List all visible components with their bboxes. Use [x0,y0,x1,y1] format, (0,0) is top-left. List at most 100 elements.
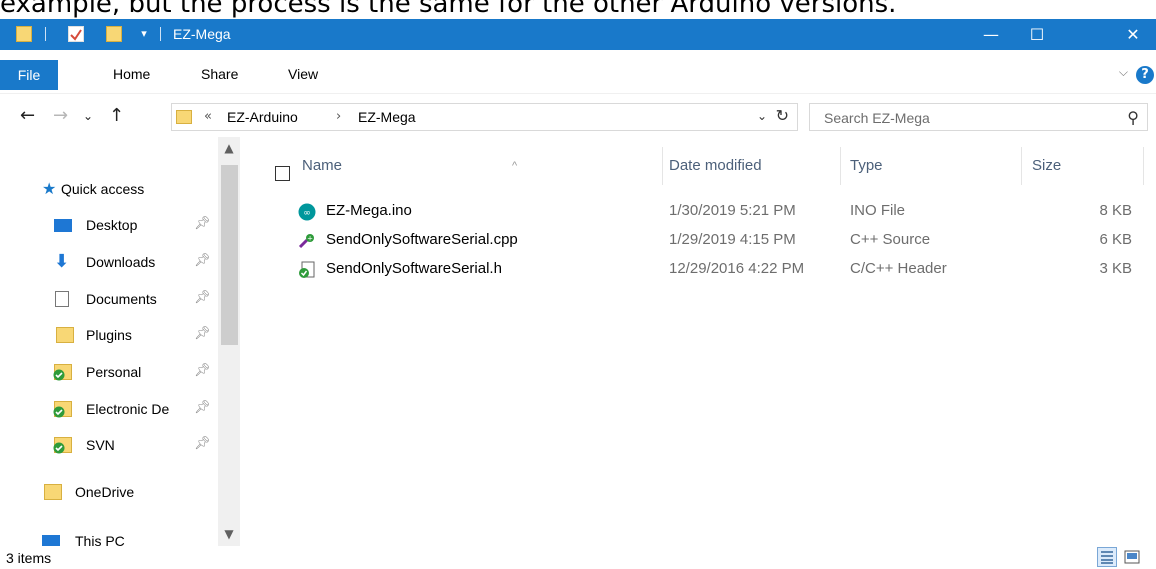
file-type: INO File [850,202,906,219]
file-name: EZ-Mega.ino [326,202,412,219]
column-divider[interactable] [1021,147,1022,185]
cpp-file-icon: + [298,232,316,250]
file-name: SendOnlySoftwareSerial.h [326,260,502,277]
scroll-up-arrow-icon[interactable]: ▲ [218,139,240,157]
large-icons-view-icon[interactable] [1122,547,1142,567]
sidebar-scrollbar[interactable]: ▲ ▼ [218,137,240,546]
window-titlebar: ▾ EZ-Mega — ☐ ✕ [0,19,1156,50]
svn-folder-icon [53,401,72,418]
forward-arrow-icon[interactable]: → [53,104,68,128]
scroll-down-arrow-icon[interactable]: ▼ [218,525,240,543]
tab-file[interactable]: File [0,60,58,90]
close-button[interactable]: ✕ [1110,19,1156,50]
table-row[interactable]: ∞ EZ-Mega.ino 1/30/2019 5:21 PM INO File… [244,197,1156,226]
sidebar-item-downloads[interactable]: ⬇ Downloads 📌︎ [0,247,215,277]
file-type: C++ Source [850,231,931,248]
star-icon: ★ [42,179,57,198]
column-header-date-modified[interactable]: Date modified [669,145,839,187]
tab-view[interactable]: View [288,62,318,86]
file-size: 6 KB [1099,231,1132,248]
column-divider[interactable] [840,147,841,185]
file-type: C/C++ Header [850,260,947,277]
download-arrow-icon: ⬇ [54,251,70,272]
svg-text:∞: ∞ [303,209,311,219]
sidebar-item-electronic-design[interactable]: Electronic De 📌︎ [0,394,215,424]
titlebar-separator [45,27,46,41]
tab-share[interactable]: Share [201,62,238,86]
sidebar-item-label: This PC [75,533,125,546]
file-size: 3 KB [1099,260,1132,277]
back-arrow-icon[interactable]: ← [20,104,35,128]
details-view-icon[interactable] [1097,547,1117,567]
sort-caret-icon: ^ [512,160,518,172]
maximize-button[interactable]: ☐ [1014,19,1060,50]
header-file-icon [298,261,316,279]
address-dropdown-icon[interactable]: ⌄ [757,109,767,123]
sidebar-item-label: Quick access [61,181,145,197]
sidebar-item-this-pc[interactable]: This PC [0,526,215,546]
address-bar[interactable]: « EZ-Arduino › EZ-Mega ⌄ ↻ [171,103,798,131]
column-divider[interactable] [1143,147,1144,185]
column-header-name[interactable]: Name ^ [302,145,662,187]
refresh-icon[interactable]: ↻ [776,106,789,125]
scrollbar-thumb[interactable] [221,165,238,345]
breadcrumb-overflow[interactable]: « [204,108,212,126]
column-divider[interactable] [662,147,663,185]
documents-icon [55,291,69,307]
folder-icon [16,26,32,42]
file-date: 12/29/2016 4:22 PM [669,260,805,277]
table-row[interactable]: + SendOnlySoftwareSerial.cpp 1/29/2019 4… [244,226,1156,255]
breadcrumb-ez-mega[interactable]: EZ-Mega [358,108,416,126]
tab-home[interactable]: Home [113,62,150,86]
pin-icon[interactable]: 📌︎ [194,363,211,378]
select-all-checkbox[interactable] [275,166,290,181]
sidebar-item-label: Documents [86,291,157,307]
sidebar-item-label: Personal [86,364,142,380]
onedrive-folder-icon [44,484,62,500]
computer-icon [42,535,60,546]
sidebar-item-plugins[interactable]: Plugins 📌︎ [0,320,215,350]
breadcrumb-separator[interactable]: › [336,108,341,126]
file-date: 1/29/2019 4:15 PM [669,231,796,248]
search-input[interactable]: Search EZ-Mega ⚲ [809,103,1148,131]
titlebar-separator [160,27,161,41]
pin-icon[interactable]: 📌︎ [194,326,211,341]
pin-icon[interactable]: 📌︎ [194,290,211,305]
column-header-size[interactable]: Size [1032,145,1142,187]
document-caption-text: example, but the process is the same for… [0,0,897,19]
svg-text:+: + [307,235,313,243]
navigation-bar: ← → ⌄ ↑ « EZ-Arduino › EZ-Mega ⌄ ↻ Searc… [0,95,1156,137]
up-arrow-icon[interactable]: ↑ [109,104,124,128]
minimize-button[interactable]: — [968,19,1014,50]
sidebar-item-quick-access[interactable]: ★ Quick access [0,174,215,204]
sidebar-item-svn[interactable]: SVN 📌︎ [0,430,215,460]
breadcrumb-ez-arduino[interactable]: EZ-Arduino [227,108,298,126]
table-row[interactable]: SendOnlySoftwareSerial.h 12/29/2016 4:22… [244,255,1156,284]
folder-icon [176,110,192,124]
pin-icon[interactable]: 📌︎ [194,216,211,231]
column-header-type[interactable]: Type [850,145,1020,187]
recent-locations-chevron-icon[interactable]: ⌄ [83,104,93,128]
sidebar-item-onedrive[interactable]: OneDrive [0,477,215,507]
pin-icon[interactable]: 📌︎ [194,436,211,451]
pin-icon[interactable]: 📌︎ [194,253,211,268]
new-folder-icon[interactable] [106,26,122,42]
search-icon[interactable]: ⚲ [1127,108,1139,127]
expand-ribbon-chevron-icon[interactable]: ⌵ [1119,65,1128,80]
file-list: Name ^ Date modified Type Size ∞ EZ-Mega… [244,137,1156,546]
ribbon: File Home Share View ⌵ ? [0,50,1156,94]
svn-folder-icon [53,437,72,454]
pin-icon[interactable]: 📌︎ [194,400,211,415]
sidebar-item-label: Electronic De [86,401,170,417]
file-name: SendOnlySoftwareSerial.cpp [326,231,518,248]
navigation-pane: ★ Quick access Desktop 📌︎ ⬇ Downloads 📌︎… [0,137,244,546]
help-icon[interactable]: ? [1136,66,1154,84]
sidebar-item-label: Downloads [86,254,156,270]
sidebar-item-personal[interactable]: Personal 📌︎ [0,357,215,387]
sidebar-item-documents[interactable]: Documents 📌︎ [0,284,215,314]
customize-toolbar-icon[interactable]: ▾ [136,26,152,42]
sidebar-item-label: Desktop [86,217,138,233]
svn-folder-icon [53,364,72,381]
sidebar-item-desktop[interactable]: Desktop 📌︎ [0,210,215,240]
properties-icon[interactable] [68,26,84,42]
